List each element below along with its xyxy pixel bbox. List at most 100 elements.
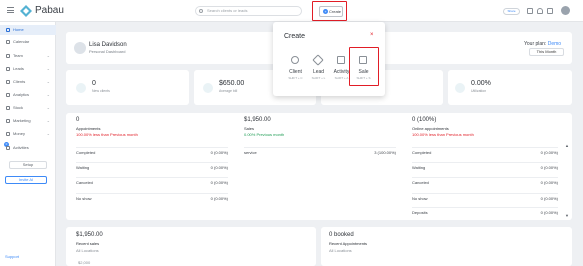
appointments-label: Appointments	[76, 126, 101, 131]
plan-value[interactable]: Demo	[548, 41, 561, 47]
sidebar-item-label: Marketing	[13, 118, 31, 123]
row-name: No show	[76, 196, 92, 201]
utilization-icon	[455, 83, 465, 93]
invite-button[interactable]: Invite AI	[5, 176, 47, 184]
stat-value: 0	[92, 80, 96, 87]
stat-label: Average bill	[219, 89, 238, 93]
marketing-icon	[6, 119, 10, 123]
scroll-down-icon[interactable]: ▼	[565, 213, 569, 218]
create-client-option[interactable]: Client SHIFT + C	[284, 54, 307, 84]
menu-icon[interactable]	[7, 7, 14, 13]
option-shortcut: SHIFT + L	[311, 76, 326, 80]
chevron-down-icon: ⌄	[46, 118, 50, 123]
sidebar-item-leads[interactable]: Leads ⌄	[0, 64, 56, 74]
table-row: Canceled 0 (0.00%)	[76, 177, 228, 186]
sidebar-item-label: Calendar	[13, 39, 30, 44]
setup-button[interactable]: Setup	[9, 161, 47, 169]
chart-axis-label: $2,000	[78, 260, 91, 265]
pabau-logo-icon	[20, 5, 32, 17]
top-bar: Pabau Search clients or leads + Create S…	[0, 0, 583, 22]
chevron-down-icon: ⌄	[46, 53, 50, 58]
row-value: 0 (0.00%)	[540, 165, 558, 170]
popover-title: Create	[284, 33, 306, 40]
table-row: Completed 0 (0.00%)	[412, 147, 558, 156]
online-value: 0 (100%)	[412, 117, 437, 123]
user-subtitle: Personal Dashboard	[89, 49, 126, 54]
table-row: Waiting 0 (0.00%)	[412, 162, 558, 171]
search-input[interactable]: Search clients or leads	[195, 6, 302, 16]
recent-appointments-value: 0 booked	[329, 232, 354, 238]
sidebar-item-label: Money	[13, 131, 26, 136]
bill-icon	[203, 83, 213, 93]
option-label: Client	[289, 69, 302, 75]
analytics-icon	[6, 93, 10, 97]
chevron-down-icon: ⌄	[46, 92, 50, 97]
search-icon	[199, 9, 203, 13]
sidebar: Home Calendar Team ⌄ Leads ⌄ Clients ⌄ Anal…	[0, 22, 56, 266]
chevron-down-icon: ⌄	[46, 105, 50, 110]
scroll-up-icon[interactable]: ▲	[565, 143, 569, 148]
sidebar-item-analytics[interactable]: Analytics ⌄	[0, 90, 56, 100]
sidebar-item-label: Stock	[13, 105, 24, 110]
row-value: 0 (0.00%)	[210, 196, 228, 201]
sidebar-item-money[interactable]: Money ⌄	[0, 129, 56, 139]
recent-appointments-location: All Locations	[329, 248, 352, 253]
home-icon	[6, 28, 10, 32]
appointments-change: 100.00% less than Previous month	[76, 132, 138, 137]
recent-sales-label: Recent sales	[76, 241, 100, 246]
table-row: No show 0 (0.00%)	[76, 193, 228, 202]
sidebar-item-calendar[interactable]: Calendar	[0, 37, 56, 47]
period-select[interactable]: This Month	[529, 48, 564, 56]
row-name: Waiting	[412, 165, 426, 170]
sidebar-item-clients[interactable]: Clients ⌄	[0, 77, 56, 87]
appointments-value: 0	[76, 117, 80, 123]
sales-label: Sales	[244, 126, 255, 131]
sidebar-item-stock[interactable]: Stock ⌄	[0, 103, 56, 113]
row-value: 0 (0.00%)	[540, 210, 558, 215]
row-name: Canceled	[76, 180, 93, 185]
user-name: Lisa Davidson	[89, 42, 127, 48]
sidebar-item-home[interactable]: Home	[0, 25, 56, 35]
calendar-icon[interactable]	[527, 8, 533, 14]
row-name: Completed	[412, 150, 432, 155]
create-lead-option[interactable]: Lead SHIFT + L	[307, 54, 330, 84]
share-button[interactable]: Share	[503, 8, 520, 15]
row-name: service	[244, 150, 257, 155]
row-name: Deposits	[412, 210, 428, 215]
support-link[interactable]: Support	[5, 254, 19, 259]
sidebar-item-label: Home	[13, 27, 24, 32]
sidebar-item-label: Clients	[13, 79, 26, 84]
sidebar-item-marketing[interactable]: Marketing ⌄	[0, 116, 56, 126]
leads-icon	[6, 67, 10, 71]
stat-label: Utilization	[471, 89, 487, 93]
sidebar-item-label: Activities	[13, 145, 29, 150]
sales-change: 0.00% Previous month	[244, 132, 285, 137]
table-row: Deposits 0 (0.00%)	[412, 207, 558, 216]
stat-value: $650.00	[219, 80, 245, 87]
team-icon	[6, 54, 10, 58]
bell-icon[interactable]	[537, 8, 543, 14]
client-icon	[291, 56, 299, 64]
sales-value: $1,950.00	[244, 117, 271, 123]
avatar[interactable]	[561, 6, 570, 15]
recent-sales-value: $1,950.00	[76, 232, 103, 238]
recent-sales-card	[66, 227, 316, 266]
table-row: Completed 0 (0.00%)	[76, 147, 228, 156]
option-shortcut: SHIFT + C	[288, 76, 303, 80]
new-clients-icon	[76, 83, 86, 93]
recent-appointments-label: Recent Appointments	[329, 241, 368, 246]
sidebar-item-activities[interactable]: 0 Activities	[0, 142, 56, 153]
sidebar-item-team[interactable]: Team ⌄	[0, 51, 56, 61]
row-value: 0 (0.00%)	[540, 180, 558, 185]
brand-name: Pabau	[35, 5, 64, 16]
close-icon[interactable]: ×	[370, 32, 374, 38]
sidebar-item-label: Leads	[13, 66, 24, 71]
stat-label: New clients	[92, 89, 110, 93]
plan-info: Your plan: Demo	[524, 41, 561, 47]
stock-icon	[6, 106, 10, 110]
activities-icon	[6, 146, 10, 150]
chat-icon[interactable]	[547, 8, 553, 14]
row-value: 0 (0.00%)	[540, 150, 558, 155]
highlight-create-button	[312, 1, 347, 21]
activity-icon	[337, 56, 345, 64]
